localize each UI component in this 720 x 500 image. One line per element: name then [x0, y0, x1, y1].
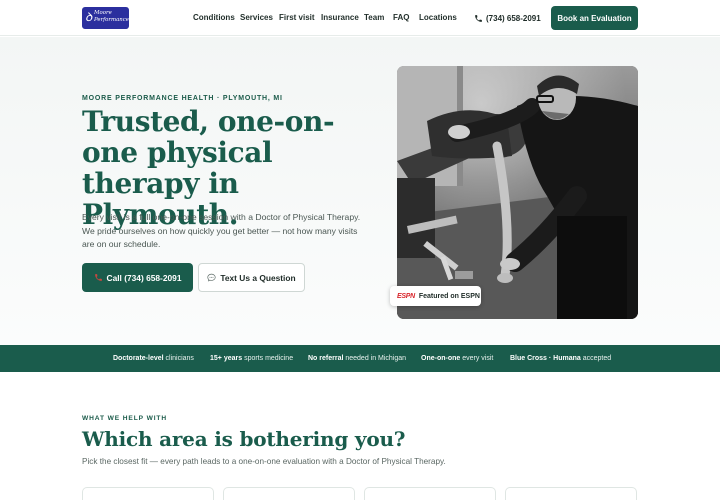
credentials-band: Doctorate-level clinicians 15+ years spo… — [0, 345, 720, 372]
brand-logo[interactable]: ꝺ Moore Performance Health — [82, 7, 129, 29]
credential-rest: every visit — [460, 355, 494, 362]
credential-item: No referral needed in Michigan — [308, 354, 406, 363]
areas-subtitle: Pick the closest fit — every path leads … — [82, 457, 446, 466]
nav-conditions[interactable]: Conditions — [193, 12, 235, 24]
credential-strong: No referral — [308, 355, 344, 362]
hero-eyebrow: MOORE PERFORMANCE HEALTH · PLYMOUTH, MI — [82, 95, 283, 102]
areas-title: Which area is bothering you? — [82, 427, 406, 451]
nav-services[interactable]: Services — [240, 12, 273, 24]
credential-item: One-on-one every visit — [421, 354, 493, 363]
logo-line-1: Moore — [94, 10, 112, 16]
credential-strong: 15+ years — [210, 355, 243, 362]
credential-rest: clinicians — [163, 355, 194, 362]
phone-icon — [475, 14, 482, 22]
header-phone-number: (734) 658-2091 — [486, 13, 541, 23]
nav-locations[interactable]: Locations — [419, 12, 457, 24]
hero-description: Every visit is a full one-on-one session… — [82, 212, 361, 249]
phone-icon — [94, 274, 102, 281]
logo-wordmark: Moore Performance Health — [94, 10, 129, 24]
area-card[interactable] — [364, 487, 496, 500]
nav-team[interactable]: Team — [364, 12, 384, 24]
credential-rest: sports medicine — [242, 355, 294, 362]
text-us-button[interactable]: Text Us a Question — [198, 263, 305, 292]
text-us-label: Text Us a Question — [220, 272, 296, 283]
speech-bubble-icon — [207, 273, 216, 282]
credential-item: 15+ years sports medicine — [210, 354, 293, 363]
header-phone-link[interactable]: (734) 658-2091 — [474, 12, 541, 24]
espn-badge-label: Featured on ESPN — [418, 292, 480, 300]
credential-rest: accepted — [580, 355, 612, 362]
areas-eyebrow: WHAT WE HELP WITH — [82, 415, 168, 422]
call-button-label: Call (734) 658-2091 — [106, 272, 182, 283]
logo-line-2: Performance Health — [94, 17, 129, 23]
call-button[interactable]: Call (734) 658-2091 — [82, 263, 193, 292]
site-header: ꝺ Moore Performance Health Conditions Se… — [0, 0, 720, 36]
area-card[interactable] — [505, 487, 637, 500]
area-card[interactable] — [223, 487, 355, 500]
credential-strong: One-on-one — [421, 355, 461, 362]
nav-first-visit[interactable]: First visit — [279, 12, 315, 24]
credential-item: Doctorate-level clinicians — [113, 354, 194, 363]
nav-faq[interactable]: FAQ — [393, 12, 409, 24]
nav-insurance[interactable]: Insurance — [321, 12, 359, 24]
therapy-photo-illustration — [397, 66, 638, 319]
credential-item: Blue Cross · Humana accepted — [510, 354, 611, 363]
credential-rest: needed in Michigan — [343, 355, 407, 362]
credential-strong: Blue Cross · Humana — [510, 355, 581, 362]
book-evaluation-button[interactable]: Book an Evaluation — [551, 6, 638, 30]
credential-strong: Doctorate-level — [113, 355, 164, 362]
hero-photo-therapist-treating-patient — [397, 66, 638, 319]
espn-feature-badge: ESPN Featured on ESPN — [390, 286, 481, 306]
espn-logo: ESPN — [397, 292, 415, 300]
area-card[interactable] — [82, 487, 214, 500]
